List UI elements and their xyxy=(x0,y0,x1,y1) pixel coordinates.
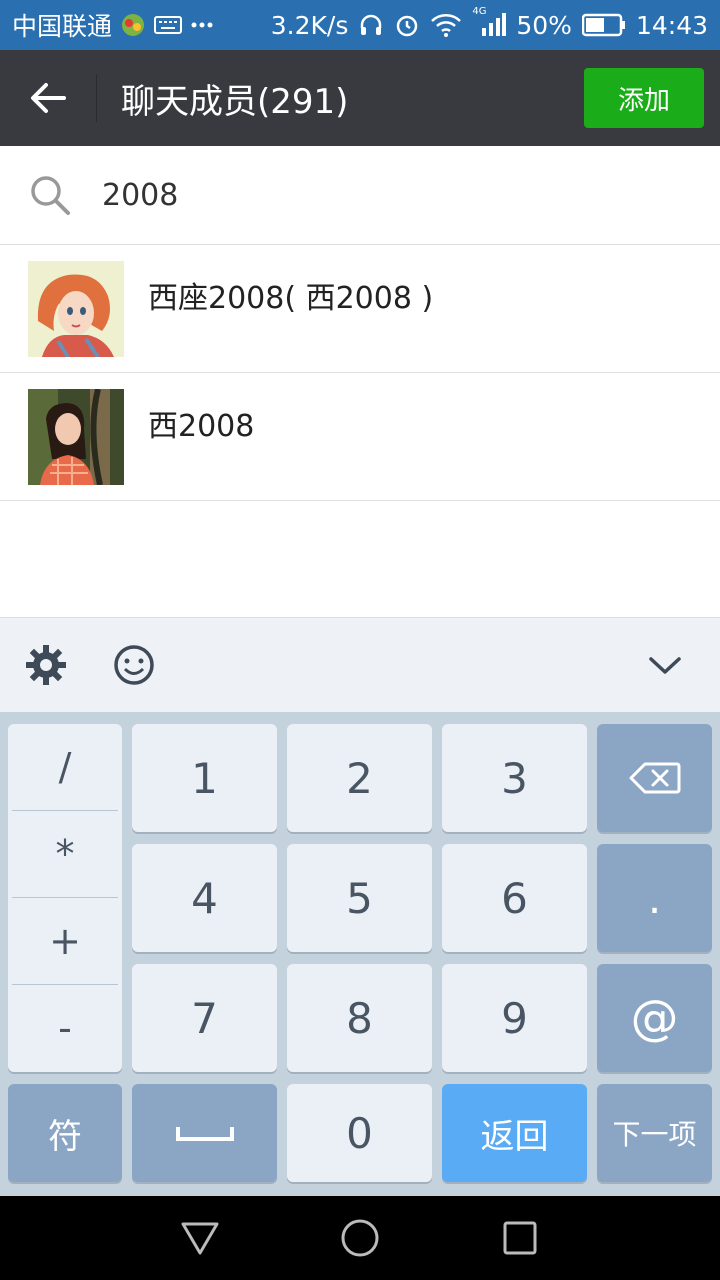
symbol-column: / * + - xyxy=(8,724,122,1072)
key-plus[interactable]: + xyxy=(12,898,118,985)
keyboard-toolbar xyxy=(0,617,720,712)
clock: 14:43 xyxy=(635,10,708,40)
status-bar: 中国联通 3.2K/s 4G 50% 14:43 xyxy=(0,0,720,50)
key-2[interactable]: 2 xyxy=(287,724,432,832)
key-0[interactable]: 0 xyxy=(287,1084,432,1182)
numeric-keyboard: / * + - 1 2 3 4 5 6 . 7 8 9 @ 符 0 返回 下一项 xyxy=(0,712,720,1196)
search-icon xyxy=(0,146,100,245)
collapse-chevron-icon[interactable] xyxy=(640,640,690,690)
carrier-label: 中国联通 xyxy=(12,12,113,41)
gear-icon[interactable] xyxy=(21,640,71,690)
back-arrow-icon xyxy=(31,83,66,113)
keyboard-icon xyxy=(154,15,183,35)
key-3[interactable]: 3 xyxy=(442,724,587,832)
list-item[interactable]: 西2008 xyxy=(0,373,720,501)
title-bar: 聊天成员(291) 添加 xyxy=(0,50,720,146)
triangle-back-icon xyxy=(181,1222,219,1255)
network-type: 4G xyxy=(472,6,487,17)
key-dot[interactable]: . xyxy=(597,844,712,952)
symbol-mode-button[interactable]: 符 xyxy=(8,1084,122,1182)
space-icon xyxy=(175,1127,234,1141)
key-minus[interactable]: - xyxy=(12,985,118,1071)
member-name: 西座2008( 西2008 ) xyxy=(148,281,434,316)
backspace-button[interactable] xyxy=(597,724,712,832)
add-button[interactable]: 添加 xyxy=(584,68,704,128)
return-button[interactable]: 返回 xyxy=(442,1084,587,1182)
nav-home-button[interactable] xyxy=(338,1216,382,1260)
member-name: 西2008 xyxy=(148,409,255,444)
space-button[interactable] xyxy=(132,1084,277,1182)
nav-recents-button[interactable] xyxy=(498,1216,542,1260)
search-bar xyxy=(0,146,720,245)
title-divider xyxy=(96,74,97,122)
search-input[interactable] xyxy=(100,176,664,214)
key-1[interactable]: 1 xyxy=(132,724,277,832)
battery-level: 50% xyxy=(516,10,572,40)
key-9[interactable]: 9 xyxy=(442,964,587,1072)
battery-icon xyxy=(581,13,626,37)
list-item[interactable]: 西座2008( 西2008 ) xyxy=(0,245,720,373)
nav-back-button[interactable] xyxy=(178,1216,222,1260)
key-slash[interactable]: / xyxy=(12,724,118,811)
avatar xyxy=(28,261,124,357)
page-title: 聊天成员(291) xyxy=(121,81,349,122)
next-item-button[interactable]: 下一项 xyxy=(597,1084,712,1182)
avatar xyxy=(28,389,124,485)
navigation-bar xyxy=(0,1196,720,1280)
key-8[interactable]: 8 xyxy=(287,964,432,1072)
key-asterisk[interactable]: * xyxy=(12,811,118,898)
square-recents-icon xyxy=(503,1221,537,1255)
key-7[interactable]: 7 xyxy=(132,964,277,1072)
alarm-icon xyxy=(394,12,420,38)
app-notification-icon xyxy=(120,12,146,38)
key-4[interactable]: 4 xyxy=(132,844,277,952)
circle-home-icon xyxy=(341,1219,379,1257)
wifi-icon xyxy=(430,13,462,37)
backspace-icon xyxy=(629,762,680,794)
key-at[interactable]: @ xyxy=(597,964,712,1072)
headphones-icon xyxy=(358,12,384,38)
key-5[interactable]: 5 xyxy=(287,844,432,952)
network-speed: 3.2K/s xyxy=(270,10,349,40)
member-list: 西座2008( 西2008 ) 西2008 xyxy=(0,245,720,501)
signal-icon: 4G xyxy=(472,6,507,38)
emoji-icon[interactable] xyxy=(109,640,159,690)
more-dots-icon xyxy=(190,21,214,29)
key-6[interactable]: 6 xyxy=(442,844,587,952)
back-button[interactable] xyxy=(0,50,96,146)
